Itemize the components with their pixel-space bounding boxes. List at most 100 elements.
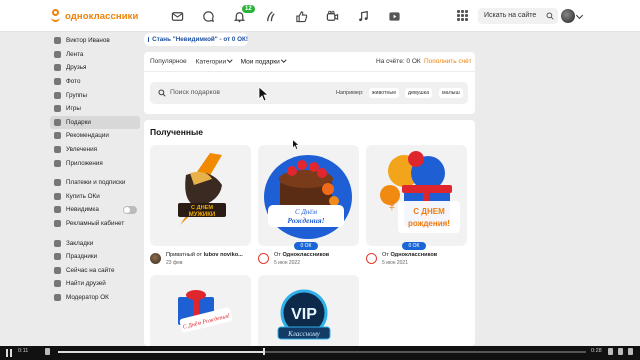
- music-icon[interactable]: [348, 8, 379, 24]
- gift-card[interactable]: С ДНЕМ МУЖИКИ Приватный от lubov noviko.…: [150, 145, 251, 266]
- search-icon: [158, 89, 166, 97]
- gift-art-text: С Днём: [295, 208, 317, 216]
- chip-animals[interactable]: животные: [369, 88, 400, 98]
- gift-image[interactable]: С ДНЕМ МУЖИКИ: [150, 145, 251, 246]
- gift-image[interactable]: С Днём Рождения!: [258, 145, 359, 246]
- sidebar-item-label: Увлечения: [66, 146, 98, 154]
- sidebar-item[interactable]: Друзья: [50, 61, 140, 75]
- gifts-tab[interactable]: Популярное: [150, 58, 187, 72]
- price-badge[interactable]: 0 ОК: [402, 242, 426, 250]
- sidebar-item-label: Закладки: [66, 239, 94, 247]
- ok-logo[interactable]: одноклассники: [50, 9, 138, 23]
- gifts-tab[interactable]: Категории: [196, 57, 233, 72]
- sidebar-item[interactable]: Невидимка: [50, 203, 140, 217]
- sidebar-item-label: Игры: [66, 105, 81, 113]
- sidebar-item[interactable]: Рекламный кабинет: [50, 217, 140, 231]
- sidebar-item[interactable]: Сейчас на сайте: [50, 264, 140, 278]
- sidebar-item-label: Праздники: [66, 253, 98, 261]
- search-icon: [546, 12, 554, 20]
- left-sidebar: Виктор Иванов Лента Друзья Фото Группы Игры По…: [50, 34, 140, 304]
- ok-sender-avatar[interactable]: [258, 253, 269, 264]
- volume-icon[interactable]: [608, 348, 613, 355]
- pause-icon[interactable]: [6, 349, 14, 357]
- step-icon[interactable]: [45, 348, 50, 355]
- sidebar-item[interactable]: Модератор ОК: [50, 291, 140, 305]
- gift-card[interactable]: ♀ С ДНЕМ рождения! 0 ОК От Однокласснико…: [366, 145, 467, 266]
- ok-sender-avatar[interactable]: [366, 253, 377, 264]
- gift-card[interactable]: С Днём Рожденья!: [150, 275, 251, 346]
- play-icon[interactable]: [379, 8, 410, 24]
- sidebar-item[interactable]: Платежи и подписки: [50, 176, 140, 190]
- invisible-promo-banner[interactable]: Стань "Невидимкой" - от 0 ОК!: [144, 33, 248, 46]
- video-scrubber-handle[interactable]: [262, 348, 265, 355]
- chevron-down-icon[interactable]: [575, 11, 584, 20]
- sender-avatar[interactable]: [150, 253, 161, 264]
- settings-icon[interactable]: [618, 348, 623, 355]
- sidebar-item[interactable]: Фото: [50, 75, 140, 89]
- sidebar-item[interactable]: Игры: [50, 102, 140, 116]
- chip-baby[interactable]: малыш: [439, 88, 463, 98]
- chip-girl[interactable]: девушка: [405, 88, 433, 98]
- sidebar-item[interactable]: Закладки: [50, 236, 140, 250]
- sidebar-item[interactable]: Группы: [50, 88, 140, 102]
- gift-image[interactable]: С Днём Рожденья!: [150, 275, 251, 346]
- sidebar-item[interactable]: Лента: [50, 48, 140, 62]
- gift-date: 5 июн 2022: [274, 260, 300, 266]
- gift-card[interactable]: С Днём Рождения! 0 ОК От Одноклассников …: [258, 145, 359, 266]
- gift-art-text: Рождения!: [287, 216, 324, 225]
- gifts-tab[interactable]: Мои подарки: [240, 57, 286, 72]
- topup-link[interactable]: Пополнить счёт: [424, 58, 472, 65]
- feed-icon: [54, 50, 61, 58]
- groups-icon: [54, 91, 61, 99]
- sidebar-item-label: Сейчас на сайте: [66, 266, 115, 274]
- gift-meta: От Одноклассников 5 июн 2022: [258, 252, 363, 270]
- like-icon[interactable]: [286, 8, 317, 24]
- sidebar-item[interactable]: Виктор Иванов: [50, 34, 140, 48]
- price-badge[interactable]: 0 ОК: [294, 242, 318, 250]
- holiday-icon: [54, 253, 61, 261]
- gift-date: 23 фев: [166, 260, 183, 266]
- sidebar-item[interactable]: Увлечения: [50, 143, 140, 157]
- sidebar-item-label: Невидимка: [66, 206, 99, 214]
- gift-image[interactable]: VIP Классному: [258, 275, 359, 346]
- example-label: Например:: [336, 90, 364, 96]
- user-avatar[interactable]: [561, 9, 575, 23]
- main-nav-icons: 12: [162, 5, 410, 24]
- sidebar-item[interactable]: Подарки: [50, 115, 140, 130]
- coin-icon: [54, 192, 61, 200]
- browser-page: одноклассники 12 Искать на сайте Виктор …: [0, 0, 640, 346]
- grid-icon[interactable]: [457, 10, 468, 21]
- bell-icon[interactable]: 12: [224, 5, 255, 24]
- guests-icon[interactable]: [255, 8, 286, 24]
- invisible-toggle[interactable]: [123, 206, 137, 215]
- gift-image[interactable]: ♀ С ДНЕМ рождения!: [366, 145, 467, 246]
- gift-search-input[interactable]: Поиск подарков Например: животные девушк…: [150, 82, 468, 104]
- sidebar-item-label: Платежи и подписки: [66, 179, 126, 187]
- bookmark-icon: [54, 239, 61, 247]
- video-progress-track[interactable]: [58, 351, 586, 353]
- site-search-placeholder: Искать на сайте: [484, 12, 537, 19]
- gift-card[interactable]: VIP Классному: [258, 275, 359, 346]
- balance-text: На счёте: 0 ОК: [376, 58, 421, 65]
- photo-icon: [54, 78, 61, 86]
- site-search-input[interactable]: Искать на сайте: [478, 8, 558, 24]
- sidebar-item[interactable]: Приложения: [50, 156, 140, 170]
- divider: [144, 71, 475, 72]
- sidebar-item-label: Группы: [66, 91, 87, 99]
- sidebar-item-label: Подарки: [66, 118, 91, 126]
- apps-icon: [54, 159, 61, 167]
- promo-text: Стань "Невидимкой" - от 0 ОК!: [152, 36, 248, 43]
- sidebar-item[interactable]: Купить ОКи: [50, 190, 140, 204]
- tab-label: Популярное: [150, 58, 187, 65]
- chat-icon[interactable]: [193, 8, 224, 24]
- video-control-bar: [0, 346, 640, 360]
- mail-icon[interactable]: [162, 8, 193, 24]
- sidebar-item[interactable]: Найти друзей: [50, 277, 140, 291]
- sidebar-item[interactable]: Праздники: [50, 250, 140, 264]
- gift-meta: От Одноклассников 5 июн 2021: [366, 252, 471, 270]
- incognito-icon: [148, 37, 150, 42]
- sender-text: От Одноклассников: [382, 252, 438, 258]
- video-icon[interactable]: [317, 8, 348, 24]
- fullscreen-icon[interactable]: [628, 348, 633, 355]
- sidebar-item[interactable]: Рекомендации: [50, 129, 140, 143]
